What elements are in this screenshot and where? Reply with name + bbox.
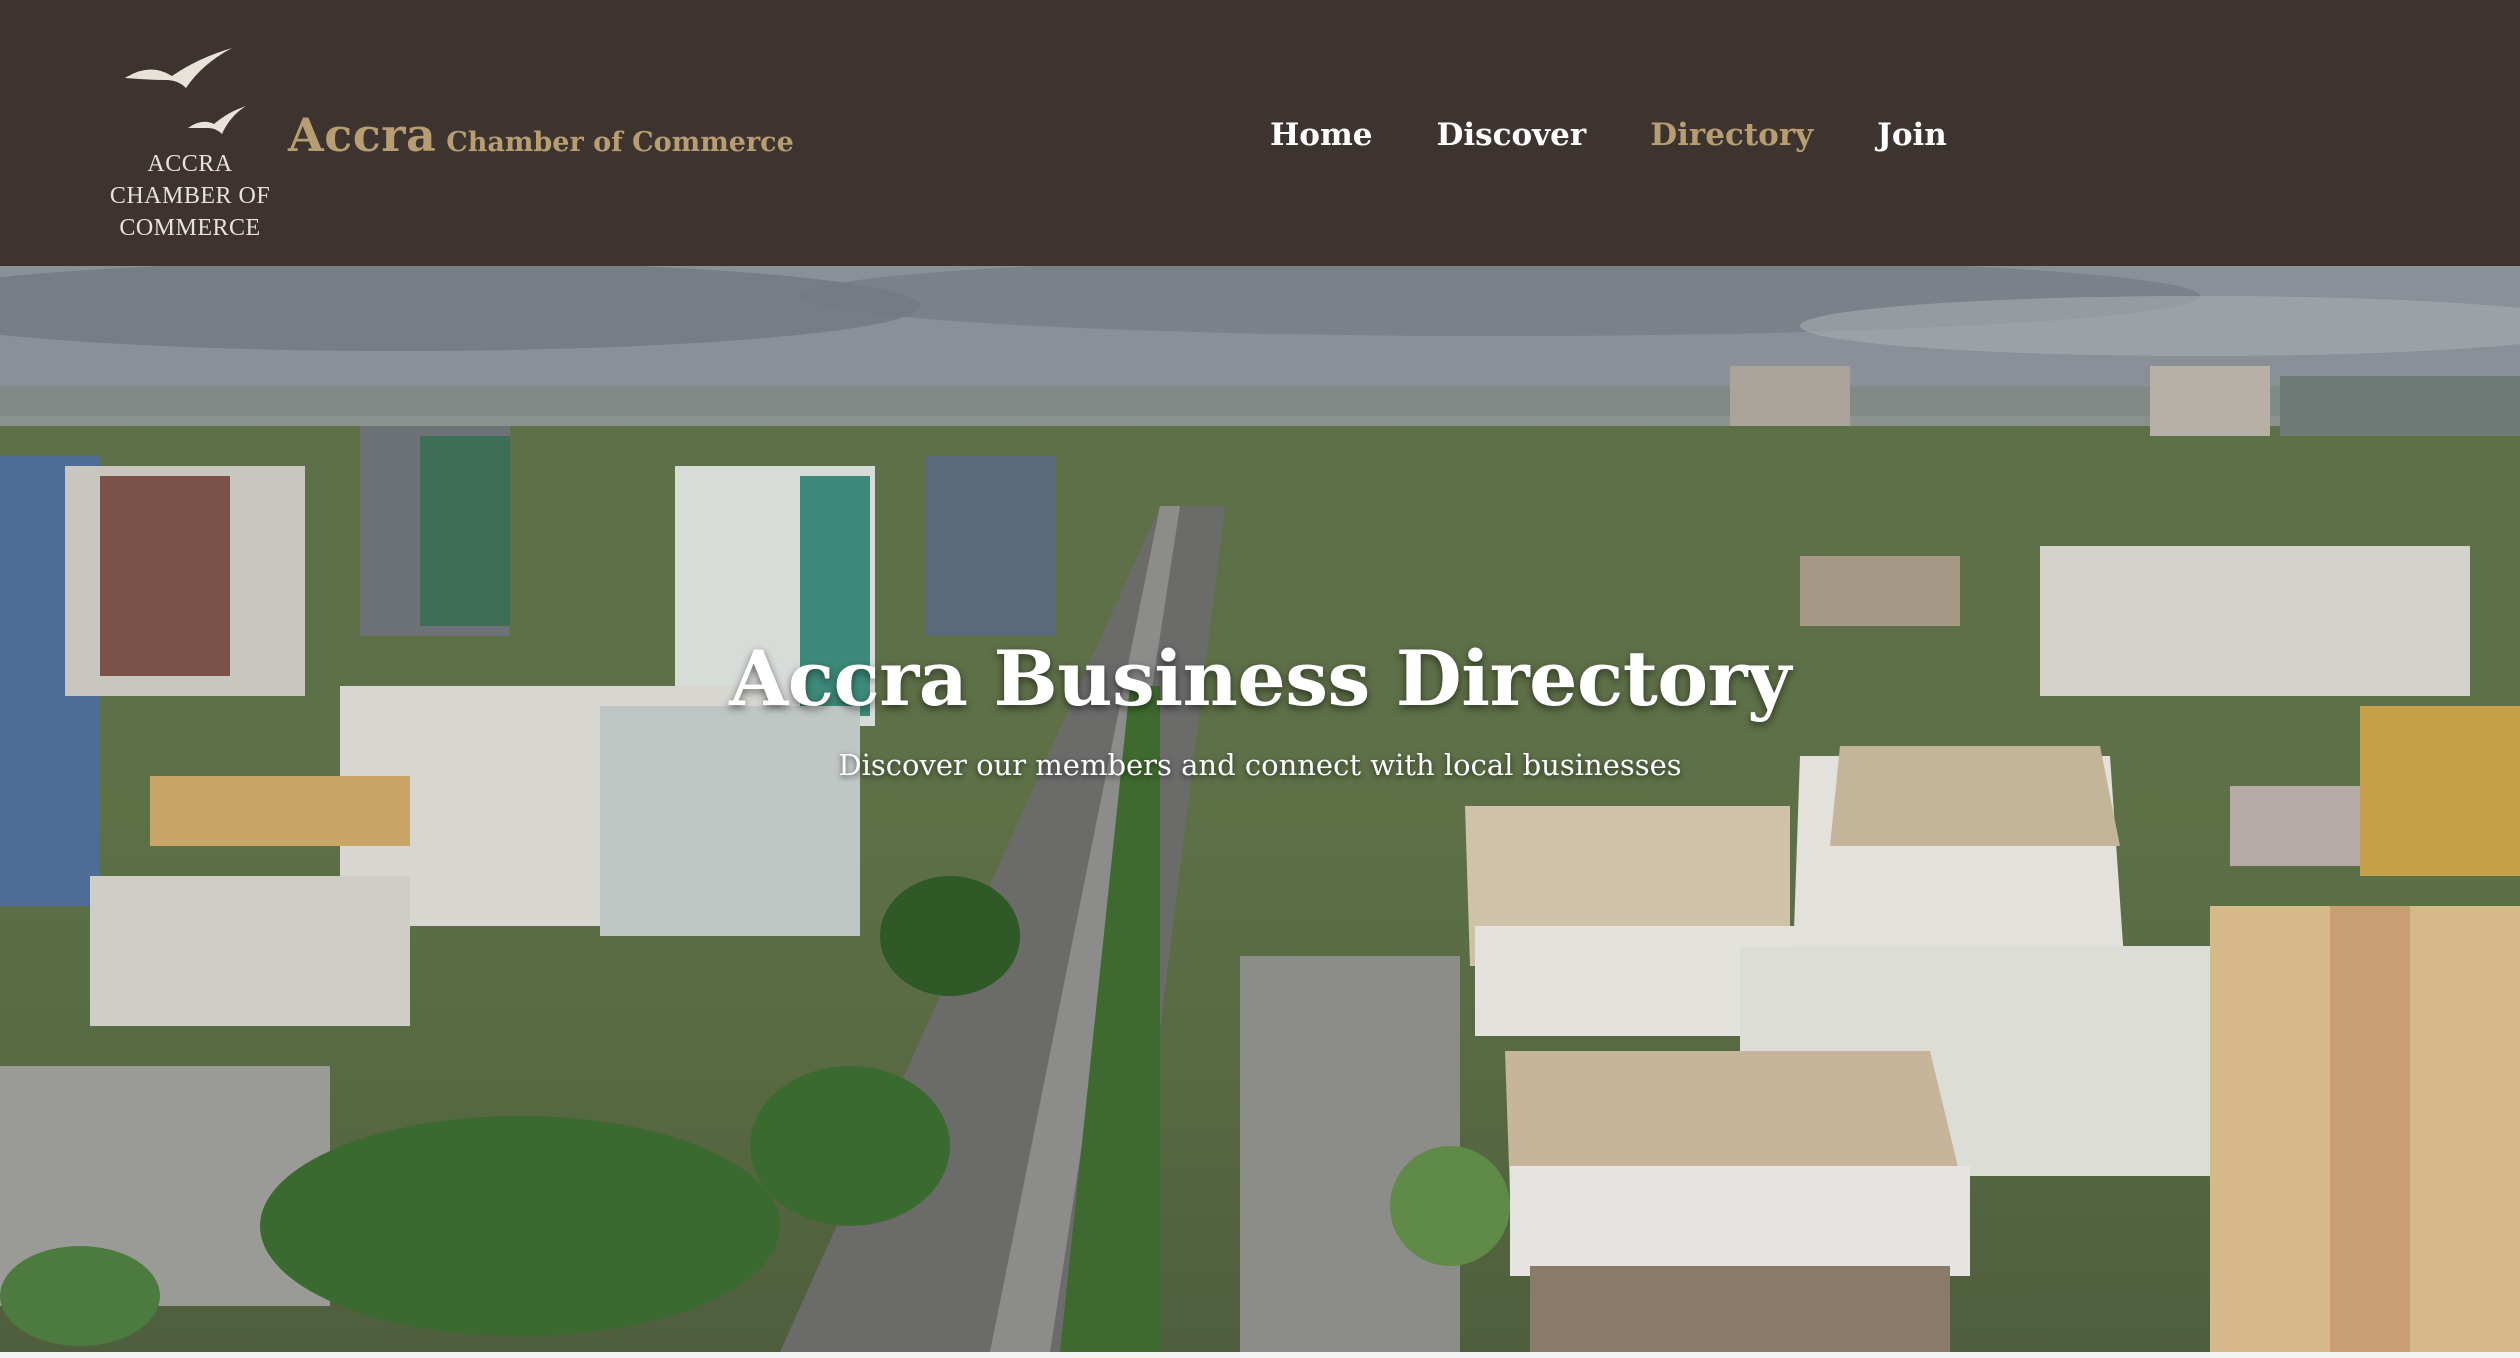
hero-title: Accra Business Directory	[729, 634, 1791, 723]
brand-sub-text: Chamber of Commerce	[446, 127, 794, 158]
nav-discover-link[interactable]: Discover	[1437, 117, 1587, 153]
brand-main-text: Accra	[288, 108, 437, 162]
site-header: ACCRA CHAMBER OF COMMERCE Accra Chamber o…	[0, 0, 2520, 266]
nav-home-link[interactable]: Home	[1270, 117, 1373, 153]
brand-name[interactable]: Accra Chamber of Commerce	[288, 108, 794, 168]
hero-banner: Accra Business Directory Discover our me…	[0, 266, 2520, 1352]
hero-subtitle: Discover our members and connect with lo…	[838, 748, 1682, 782]
nav-join-link[interactable]: Join	[1877, 117, 1947, 153]
birds-icon	[125, 48, 246, 134]
hero-background-image	[0, 266, 2520, 1352]
main-nav: Home Discover Directory Join	[1270, 110, 1947, 160]
bottom-divider	[0, 1352, 2520, 1358]
logo-caption: ACCRA CHAMBER OF COMMERCE	[109, 151, 271, 241]
page: ACCRA CHAMBER OF COMMERCE Accra Chamber o…	[0, 0, 2520, 1358]
logo[interactable]: ACCRA CHAMBER OF COMMERCE	[90, 40, 290, 241]
nav-directory-link[interactable]: Directory	[1650, 117, 1813, 153]
